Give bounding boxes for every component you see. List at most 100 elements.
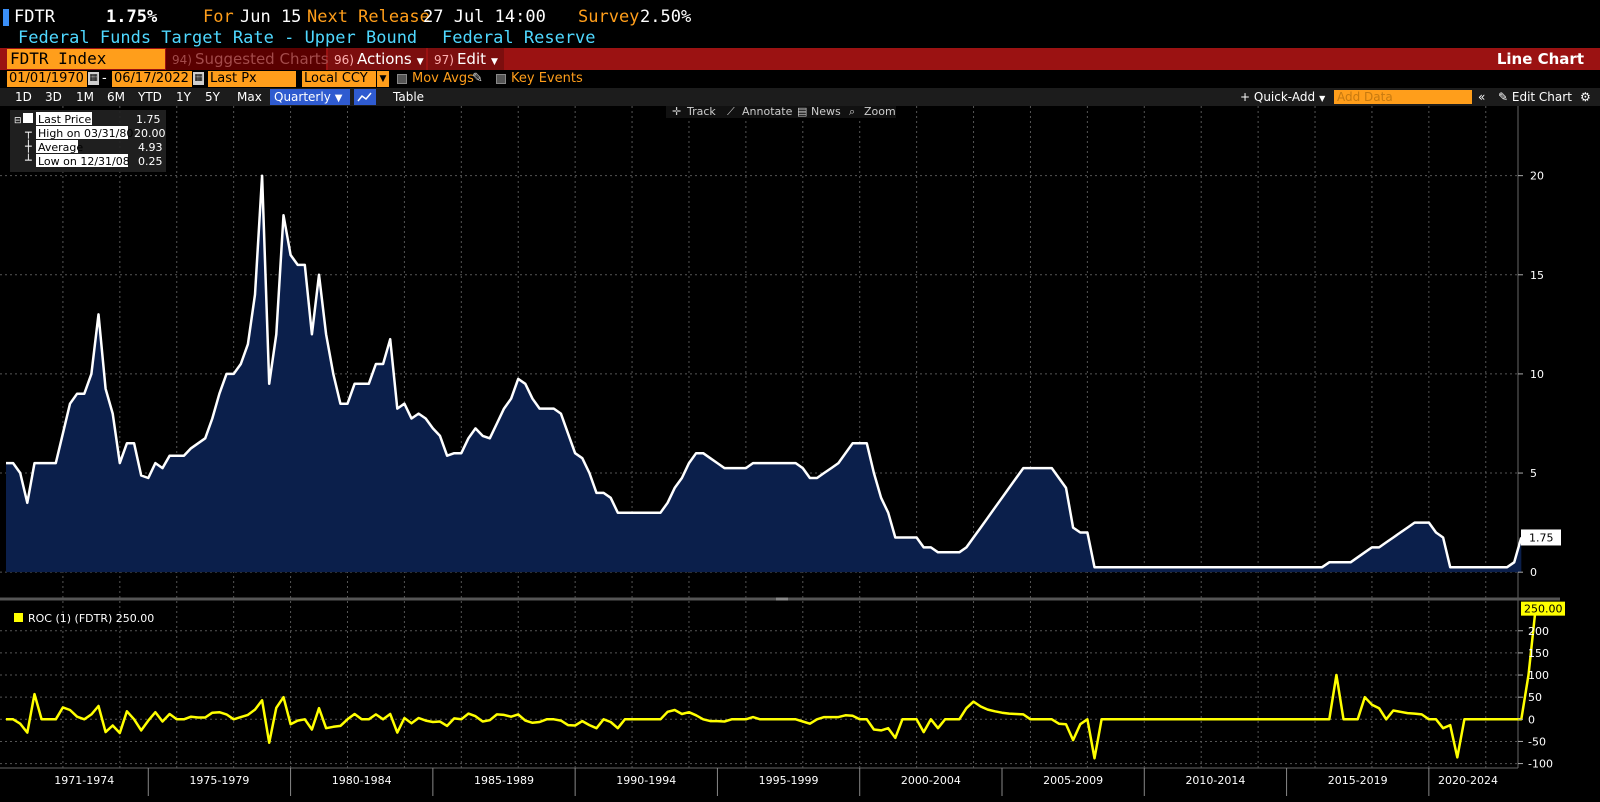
x-tick-label: 2005-2009 <box>1043 774 1103 787</box>
currency-selector[interactable]: Local CCY <box>302 71 376 87</box>
caret-down-icon: ▼ <box>334 93 343 104</box>
roc-legend: ROC (1) (FDTR) 250.00 <box>14 612 154 625</box>
annotate-icon[interactable]: ⟋ <box>727 106 735 118</box>
x-tick-label: 1990-1994 <box>616 774 676 787</box>
quick-add-button[interactable]: + Quick-Add ▼ <box>1240 88 1325 108</box>
period-1m[interactable]: 1M <box>76 88 94 106</box>
security-description: Federal Funds Target Rate - Upper Bound … <box>0 27 1600 49</box>
calendar-icon[interactable]: ▦ <box>193 72 204 85</box>
price-y-axis: 0 5 10 15 20 <box>1518 170 1544 579</box>
suggested-charts-button[interactable]: 94) Suggested Charts <box>166 48 329 70</box>
tree-connector: ┬ <box>24 126 32 139</box>
frequency-label: Quarterly <box>274 90 331 104</box>
line-chart-icon[interactable] <box>354 89 376 105</box>
stats-legend: Last Price 1.75 ┬ High on 03/31/80 20.00… <box>10 110 166 172</box>
x-axis: 1971-1974 1975-1979 1980-1984 1985-1989 1990… <box>54 768 1498 796</box>
description: Federal Funds Target Rate - Upper Bound <box>18 28 418 48</box>
actions-menu[interactable]: 96) Actions ▼ <box>328 48 426 70</box>
legend-average-value: 4.93 <box>138 141 163 154</box>
collapse-icon[interactable]: « <box>1478 88 1485 106</box>
y-tick-label: 150 <box>1528 647 1549 660</box>
y-tick-label: 20 <box>1530 170 1544 183</box>
roc-last-tag: 250.00 <box>1521 601 1565 616</box>
caret-down-icon: ▼ <box>416 57 424 67</box>
actions-label: Actions <box>356 50 412 68</box>
zoom-tool[interactable]: Zoom <box>864 106 896 118</box>
add-data-input[interactable]: Add Data <box>1334 90 1472 104</box>
y-tick-label: -50 <box>1528 735 1546 748</box>
search-icon[interactable]: ⌕ <box>849 106 855 118</box>
frequency-selector[interactable]: Quarterly ▼ <box>270 89 350 105</box>
chevron-down-icon[interactable]: ▼ <box>377 71 389 87</box>
source: Federal Reserve <box>442 28 596 48</box>
date-range-row: 01/01/1970 ▦ - 06/17/2022 ▦ Last Px Loca… <box>0 70 1600 88</box>
pencil-icon: ✎ <box>1498 90 1512 104</box>
period-5y[interactable]: 5Y <box>205 88 220 106</box>
period-6m[interactable]: 6M <box>107 88 125 106</box>
end-date-field[interactable]: 06/17/2022 <box>112 71 192 87</box>
legend-low-value: 0.25 <box>138 155 163 168</box>
pencil-icon[interactable]: ✎ <box>472 70 483 88</box>
roc-swatch[interactable] <box>14 613 23 622</box>
legend-average: Average <box>38 141 83 154</box>
x-tick-label: 1995-1999 <box>759 774 819 787</box>
edit-chart-button[interactable]: ✎ Edit Chart <box>1498 88 1572 106</box>
y-tick-label: 5 <box>1530 467 1537 480</box>
x-tick-label: 1985-1989 <box>474 774 534 787</box>
period-1y[interactable]: 1Y <box>176 88 191 106</box>
key-events-label[interactable]: Key Events <box>511 70 583 88</box>
start-date-field[interactable]: 01/01/1970 <box>7 71 87 87</box>
crosshair-icon[interactable]: ✛ <box>672 106 681 118</box>
gear-icon[interactable]: ⚙ <box>1580 88 1591 106</box>
key-events-checkbox[interactable] <box>496 74 506 84</box>
chart-area[interactable]: 05101520 -100-50050100150200 1971-1974 19… <box>0 106 1600 802</box>
tree-connector: ┴ <box>24 153 32 167</box>
x-tick-label: 2020-2024 <box>1438 774 1498 787</box>
table-button[interactable]: Table <box>393 88 424 106</box>
x-tick-label: 1971-1974 <box>54 774 114 787</box>
period-max[interactable]: Max <box>237 88 262 106</box>
mov-avgs-checkbox[interactable] <box>397 74 407 84</box>
news-tool[interactable]: News <box>811 106 841 118</box>
track-tool[interactable]: Track <box>686 106 716 118</box>
x-tick-label: 1975-1979 <box>189 774 249 787</box>
suggested-num: 94) <box>172 53 192 67</box>
price-last-label: 1.75 <box>1529 531 1554 544</box>
field-selector[interactable]: Last Px <box>208 71 296 87</box>
chart-type-label: Line Chart <box>1496 50 1584 68</box>
pane-divider-handle[interactable] <box>776 597 788 601</box>
y-tick-label: 100 <box>1528 669 1549 682</box>
x-tick-label: 2010-2014 <box>1185 774 1245 787</box>
x-tick-label: 2000-2004 <box>901 774 961 787</box>
chart-tools: ✛ Track ⟋ Annotate ▤ News ⌕ Zoom <box>666 106 896 118</box>
x-tick-label: 2015-2019 <box>1328 774 1388 787</box>
caret-down-icon: ▼ <box>1319 94 1326 103</box>
ticker-marker <box>3 9 9 26</box>
period-3d[interactable]: 3D <box>45 88 62 106</box>
line-chart-glyph <box>357 92 372 102</box>
annotate-tool[interactable]: Annotate <box>742 106 793 118</box>
suggested-label: Suggested Charts <box>194 50 329 68</box>
tree-connector: ┼ <box>24 139 32 153</box>
legend-last-price-value: 1.75 <box>136 113 161 126</box>
y-tick-label: 0 <box>1530 566 1537 579</box>
edit-num: 97) <box>434 53 454 67</box>
y-tick-label: 50 <box>1528 691 1542 704</box>
legend-high-value: 20.00 <box>134 127 166 140</box>
calendar-icon[interactable]: ▦ <box>88 72 99 85</box>
legend-last-price: Last Price <box>38 113 91 126</box>
edit-menu[interactable]: 97) Edit ▼ <box>428 48 504 70</box>
last-price-swatch[interactable] <box>23 113 33 123</box>
edit-chart-label: Edit Chart <box>1511 90 1572 104</box>
security-field[interactable]: FDTR Index <box>7 49 165 69</box>
y-tick-label: 0 <box>1528 713 1535 726</box>
collapse-tree-icon[interactable]: ⊟ <box>14 116 22 126</box>
period-row: 1D 3D 1M 6M YTD 1Y 5Y Max Quarterly ▼ Tab… <box>0 88 1600 106</box>
period-1d[interactable]: 1D <box>15 88 32 106</box>
news-icon[interactable]: ▤ <box>797 106 807 118</box>
mov-avgs-label[interactable]: Mov Avgs <box>412 70 474 88</box>
period-ytd[interactable]: YTD <box>138 88 162 106</box>
roc-last-label: 250.00 <box>1524 603 1563 616</box>
quick-add-label: + Quick-Add <box>1240 90 1316 104</box>
y-tick-label: 10 <box>1530 368 1544 381</box>
